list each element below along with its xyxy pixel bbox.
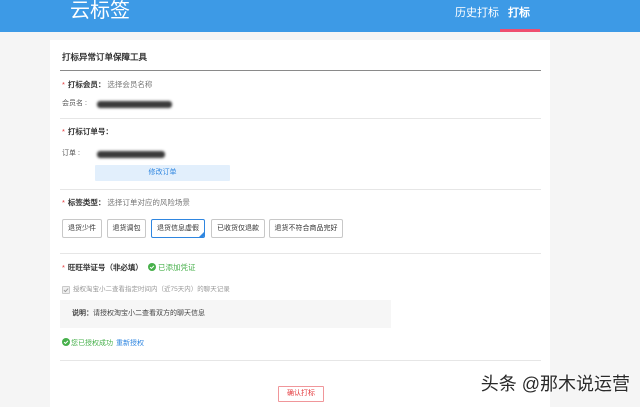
tag-option-false-return-info[interactable]: 退货信息虚假 [151,219,205,238]
order-number-label: 订单 : [62,150,80,157]
required-mark: * [62,127,65,136]
order-section-label: * 打标订单号： [62,127,113,137]
selected-corner-icon [199,232,204,237]
tag-type-section-label: * 标签类型： 选择订单对应的风险场景 [62,198,190,208]
member-label: 打标会员： [67,80,106,89]
tag-option-swapped-goods[interactable]: 退货调包 [107,219,146,238]
auth-success-text: 您已授权成功 [71,340,113,347]
tag-type-label: 标签类型： [67,198,106,207]
note-label: 说明： [72,310,93,317]
member-hint: 选择会员名称 [107,80,153,89]
tag-option-label: 退货信息虚假 [157,225,199,232]
tag-option-missing-items[interactable]: 退货少件 [62,219,102,238]
confirm-tag-button[interactable]: 确认打标 [278,386,324,402]
check-icon [63,288,69,293]
evidence-label: 旺旺举证号（非必填） [67,263,143,272]
watermark: 头条 @那木说运营 [480,374,630,394]
member-name-label: 会员名 : [62,100,87,107]
section-divider [60,189,541,190]
authorize-checkbox[interactable] [62,286,70,294]
tag-option-label: 退货不符合商品完好 [274,225,338,232]
required-mark: * [62,80,65,89]
note-text-line: 说明：请授权淘宝小二查看双方的聊天信息 [72,309,205,319]
tag-option-label: 已收货仅退款 [217,225,259,232]
nav-tab-tagging[interactable]: 打标 [508,6,530,20]
top-header: 云标签 历史打标 打标 [0,0,640,32]
order-label: 打标订单号： [67,127,113,136]
note-box: 说明：请授权淘宝小二查看双方的聊天信息 [60,300,391,328]
required-mark: * [62,263,65,272]
evidence-section-label: * 旺旺举证号（非必填） 已添加凭证 [62,263,196,273]
authorize-chat-text: 授权淘宝小二查看指定时间内（近75天内）的聊天记录 [73,286,230,293]
tag-option-label: 退货少件 [68,225,96,232]
app-title: 云标签 [70,0,130,22]
tag-option-not-intact[interactable]: 退货不符合商品完好 [269,219,343,238]
modify-order-button[interactable]: 修改订单 [95,165,230,181]
note-text: 请授权淘宝小二查看双方的聊天信息 [93,310,205,317]
auth-status-row: 您已授权成功 重新授权 [62,338,144,349]
reauthorize-link[interactable]: 重新授权 [116,340,144,347]
section-divider [60,253,541,254]
tag-option-refund-only[interactable]: 已收货仅退款 [211,219,265,238]
title-divider [60,70,541,71]
section-divider [60,118,541,119]
form-title: 打标异常订单保障工具 [62,52,148,62]
redacted-order-number [97,151,165,158]
nav-tab-history[interactable]: 历史打标 [455,6,499,20]
tag-type-hint: 选择订单对应的风险场景 [107,198,190,207]
section-divider [60,360,541,361]
check-circle-icon [62,338,70,346]
active-tab-indicator [500,29,540,32]
member-section-label: * 打标会员： 选择会员名称 [62,80,152,90]
required-mark: * [62,198,65,207]
evidence-status: 已添加凭证 [158,263,196,272]
check-circle-icon [148,263,157,271]
redacted-member-name [97,101,172,108]
tag-option-label: 退货调包 [112,225,141,232]
